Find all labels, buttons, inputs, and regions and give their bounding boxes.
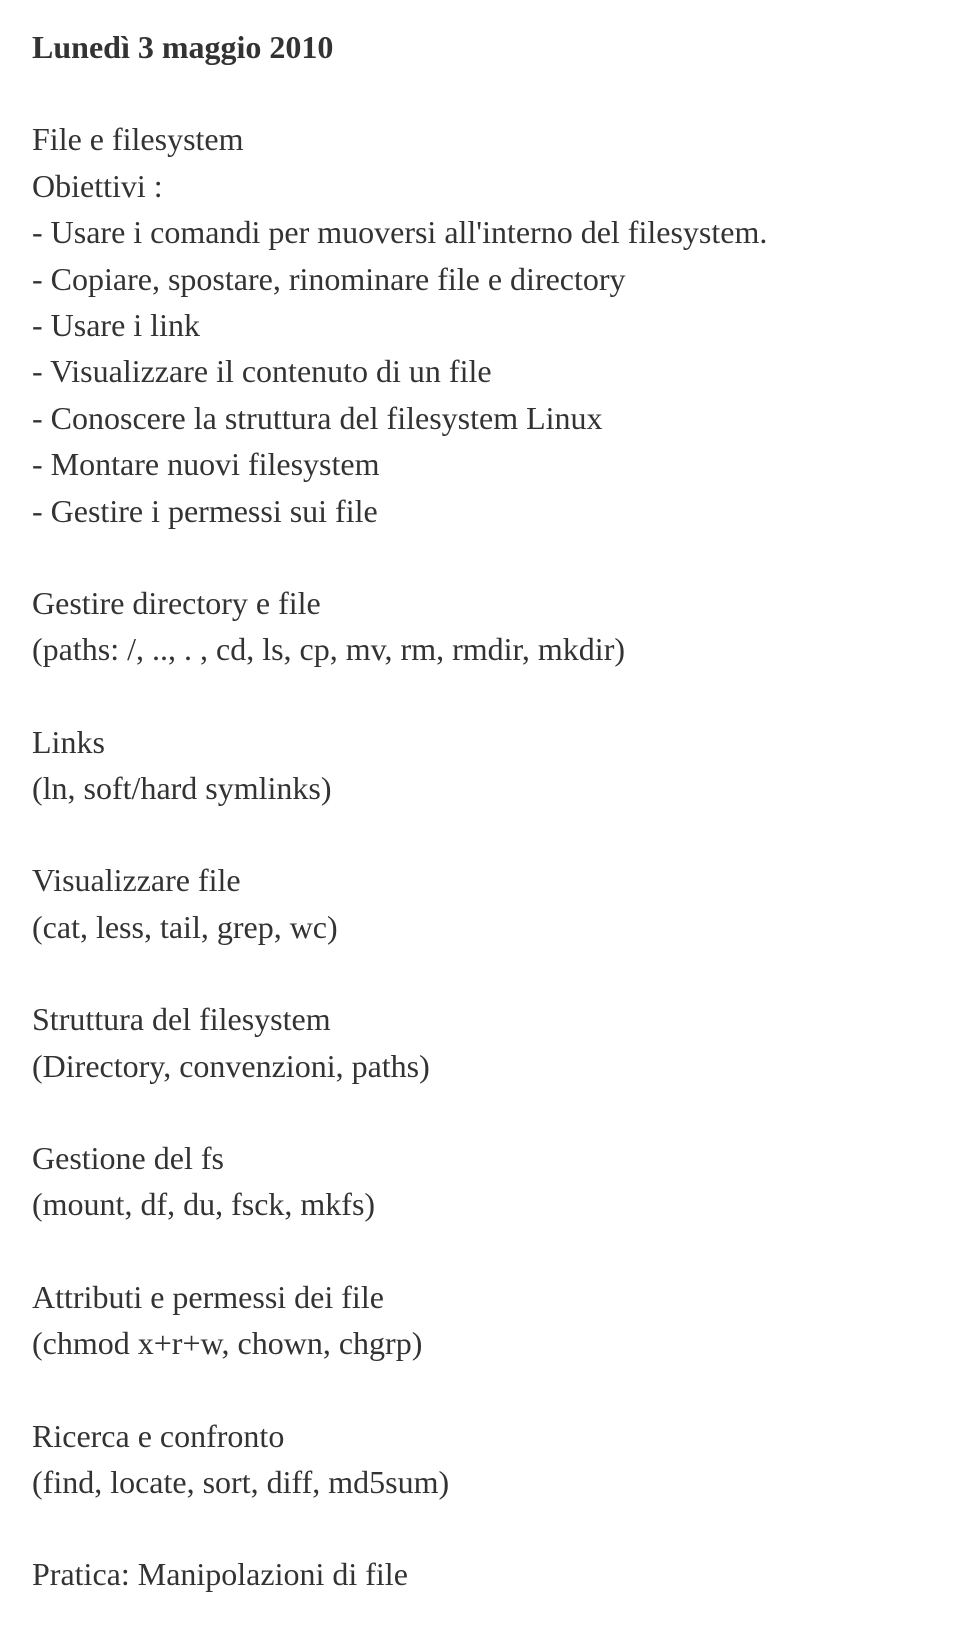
intro-bullet: - Visualizzare il contenuto di un file (32, 348, 928, 394)
section-heading: Attributi e permessi dei file (32, 1274, 928, 1320)
intro-block: File e filesystem Obiettivi : - Usare i … (32, 116, 928, 534)
section-detail: (ln, soft/hard symlinks) (32, 765, 928, 811)
section-block: Visualizzare file (cat, less, tail, grep… (32, 857, 928, 950)
intro-bullet: - Gestire i permessi sui file (32, 488, 928, 534)
section-block: Gestione del fs (mount, df, du, fsck, mk… (32, 1135, 928, 1228)
section-heading: Links (32, 719, 928, 765)
section-block: Links (ln, soft/hard symlinks) (32, 719, 928, 812)
section-heading: Pratica: Manipolazioni di file (32, 1551, 928, 1597)
section-heading: Struttura del filesystem (32, 996, 928, 1042)
section-heading: Gestire directory e file (32, 580, 928, 626)
section-block: Attributi e permessi dei file (chmod x+r… (32, 1274, 928, 1367)
intro-line: File e filesystem (32, 116, 928, 162)
section-heading: Ricerca e confronto (32, 1413, 928, 1459)
intro-line: Obiettivi : (32, 163, 928, 209)
intro-bullet: - Usare i comandi per muoversi all'inter… (32, 209, 928, 255)
section-block: Pratica: Manipolazioni di file (32, 1551, 928, 1597)
section-detail: (cat, less, tail, grep, wc) (32, 904, 928, 950)
intro-bullet: - Montare nuovi filesystem (32, 441, 928, 487)
section-block: Gestire directory e file (paths: /, .., … (32, 580, 928, 673)
intro-bullet: - Conoscere la struttura del filesystem … (32, 395, 928, 441)
section-block: Ricerca e confronto (find, locate, sort,… (32, 1413, 928, 1506)
intro-bullet: - Usare i link (32, 302, 928, 348)
section-detail: (Directory, convenzioni, paths) (32, 1043, 928, 1089)
section-detail: (paths: /, .., . , cd, ls, cp, mv, rm, r… (32, 626, 928, 672)
document-title: Lunedì 3 maggio 2010 (32, 24, 928, 70)
section-detail: (find, locate, sort, diff, md5sum) (32, 1459, 928, 1505)
document-page: Lunedì 3 maggio 2010 File e filesystem O… (0, 0, 960, 1598)
section-heading: Visualizzare file (32, 857, 928, 903)
intro-bullet: - Copiare, spostare, rinominare file e d… (32, 256, 928, 302)
section-block: Struttura del filesystem (Directory, con… (32, 996, 928, 1089)
section-heading: Gestione del fs (32, 1135, 928, 1181)
section-detail: (mount, df, du, fsck, mkfs) (32, 1181, 928, 1227)
section-detail: (chmod x+r+w, chown, chgrp) (32, 1320, 928, 1366)
